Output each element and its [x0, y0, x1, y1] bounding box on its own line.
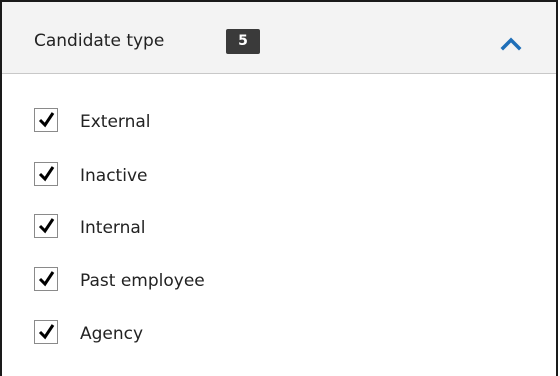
filter-header[interactable]: Candidate type 5: [2, 2, 556, 74]
option-past-employee[interactable]: Past employee: [34, 267, 334, 297]
option-external[interactable]: External: [34, 108, 334, 138]
checkmark-icon: [38, 271, 55, 287]
option-label: External: [80, 112, 151, 132]
checkbox-external[interactable]: [34, 108, 58, 132]
candidate-type-filter-panel: Candidate type 5 External Inactive Inter…: [0, 0, 558, 376]
checkmark-icon: [38, 218, 55, 234]
checkbox-agency[interactable]: [34, 320, 58, 344]
option-internal[interactable]: Internal: [34, 214, 334, 244]
checkmark-icon: [38, 324, 55, 340]
chevron-up-icon: [500, 37, 522, 51]
option-label: Internal: [80, 218, 146, 238]
checkbox-past-employee[interactable]: [34, 267, 58, 291]
filter-title: Candidate type: [34, 31, 165, 51]
checkmark-icon: [38, 112, 55, 128]
selected-count-badge: 5: [226, 29, 260, 54]
checkbox-internal[interactable]: [34, 214, 58, 238]
checkmark-icon: [38, 166, 55, 182]
checkbox-inactive[interactable]: [34, 162, 58, 186]
collapse-button[interactable]: [496, 30, 526, 56]
option-label: Past employee: [80, 271, 205, 291]
option-label: Inactive: [80, 166, 148, 186]
option-label: Agency: [80, 324, 144, 344]
option-inactive[interactable]: Inactive: [34, 162, 334, 192]
option-agency[interactable]: Agency: [34, 320, 334, 350]
